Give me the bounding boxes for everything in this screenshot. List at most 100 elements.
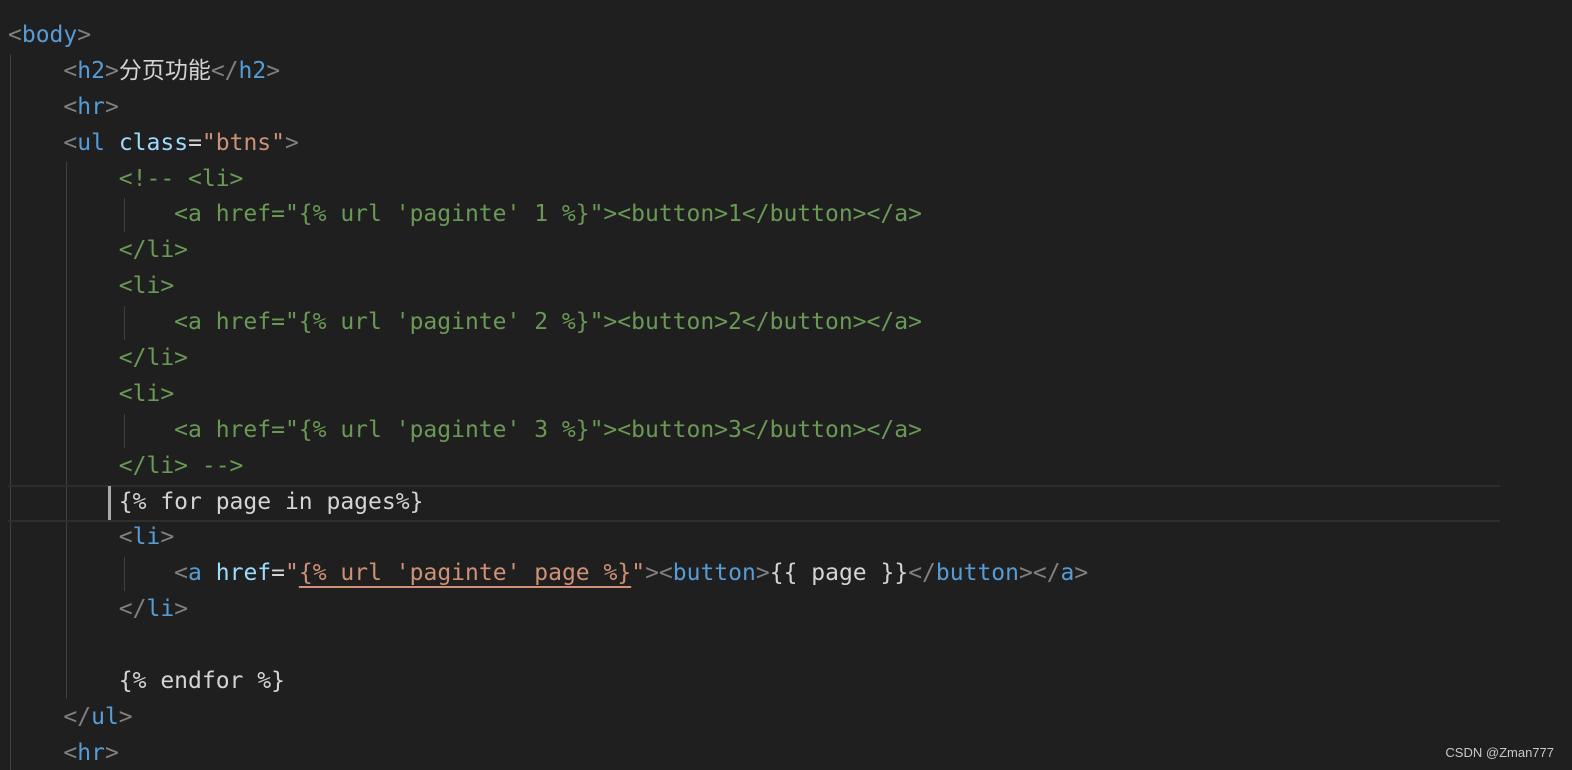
code-line[interactable]: <body> [8,18,1572,54]
code-token: > [104,93,119,120]
code-token: 分页功能 [118,57,211,84]
code-token: < [63,129,78,156]
code-line[interactable]: <ul class="btns"> [8,126,1572,162]
code-token: < [63,93,78,120]
code-token: <!-- <li> [118,165,244,192]
code-line[interactable]: <!-- <li> [8,162,1572,198]
watermark: CSDN @Zman777 [1445,745,1554,760]
code-line[interactable]: <a href="{% url 'paginte' 1 %}"><button>… [8,197,1572,233]
code-token: a [1060,560,1075,587]
code-line[interactable]: </li> [8,233,1572,269]
code-token: < [63,739,78,766]
code-token: </ [210,57,239,84]
code-lines[interactable]: <body> <h2>分页功能</h2> <hr> <ul class="btn… [8,18,1572,770]
code-token: <a href="{% url 'paginte' 3 %}"><button>… [174,416,922,443]
code-line[interactable]: </li> --> [8,449,1572,485]
code-token: > [104,739,119,766]
code-token: <li> [118,273,175,300]
code-token: </ [63,703,92,730]
code-token: </li> --> [118,452,244,479]
code-line[interactable]: <li> [8,269,1572,305]
code-token: </li> [118,237,189,264]
code-token: > [285,129,299,156]
code-editor[interactable]: <body> <h2>分页功能</h2> <hr> <ul class="btn… [0,0,1572,770]
code-token: <a href="{% url 'paginte' 1 %}"><button>… [174,201,922,228]
code-token: li [146,596,175,623]
code-line[interactable]: <hr> [8,90,1572,126]
code-line[interactable]: <a href="{% url 'paginte' 3 %}"><button>… [8,413,1572,449]
code-token: " [631,560,646,587]
code-token: = [188,129,202,156]
code-token: < [174,560,189,587]
code-token: < [8,22,22,48]
code-token: </ [908,560,936,587]
code-token: hr [77,93,105,120]
code-token: a [188,560,202,587]
code-token: <li> [118,380,175,407]
code-token: {% for page in pages%} [118,488,424,515]
code-line[interactable]: <hr> [8,736,1572,770]
code-token: > [77,22,92,48]
code-token: > [755,560,770,587]
code-token: >< [645,560,673,587]
code-token: > [104,57,119,84]
code-token: h2 [238,57,267,84]
code-line[interactable]: <a href="{% url 'paginte' 2 %}"><button>… [8,305,1572,341]
code-line[interactable]: </li> [8,592,1572,628]
code-line[interactable]: <li> [8,377,1572,413]
code-token: href [215,560,272,587]
code-token: < [118,524,133,551]
code-token: = [271,560,285,587]
code-token: {% endfor %} [118,668,285,695]
code-token: > [174,596,189,623]
code-token: li [132,524,161,551]
code-line[interactable] [8,628,1572,664]
code-token: </li> [118,345,189,372]
code-token: <a href="{% url 'paginte' 2 %}"><button>… [174,309,922,336]
code-line[interactable]: </li> [8,341,1572,377]
code-line[interactable]: </ul> [8,700,1572,736]
code-token: < [63,57,78,84]
code-token: ></ [1019,560,1061,587]
code-line[interactable]: {% endfor %} [8,664,1572,700]
code-token: "btns" [201,129,286,156]
code-token: {% url 'paginte' page %} [298,560,632,587]
code-line[interactable]: <h2>分页功能</h2> [8,54,1572,90]
code-token: ul [91,703,119,730]
code-token: button [672,560,756,587]
code-line[interactable]: {% for page in pages%} [8,484,1572,522]
code-token: ul [77,129,105,156]
code-token: </ [118,596,147,623]
code-line[interactable]: <a href="{% url 'paginte' page %}"><butt… [8,556,1572,592]
code-token: > [160,524,175,551]
code-line[interactable]: <li> [8,520,1572,556]
code-token: body [21,22,78,48]
code-token: > [266,57,281,84]
code-token: class [118,129,189,156]
code-token: h2 [77,57,105,84]
code-token: " [285,560,299,587]
code-token: > [1074,560,1089,587]
code-token: {{ page }} [769,560,909,587]
